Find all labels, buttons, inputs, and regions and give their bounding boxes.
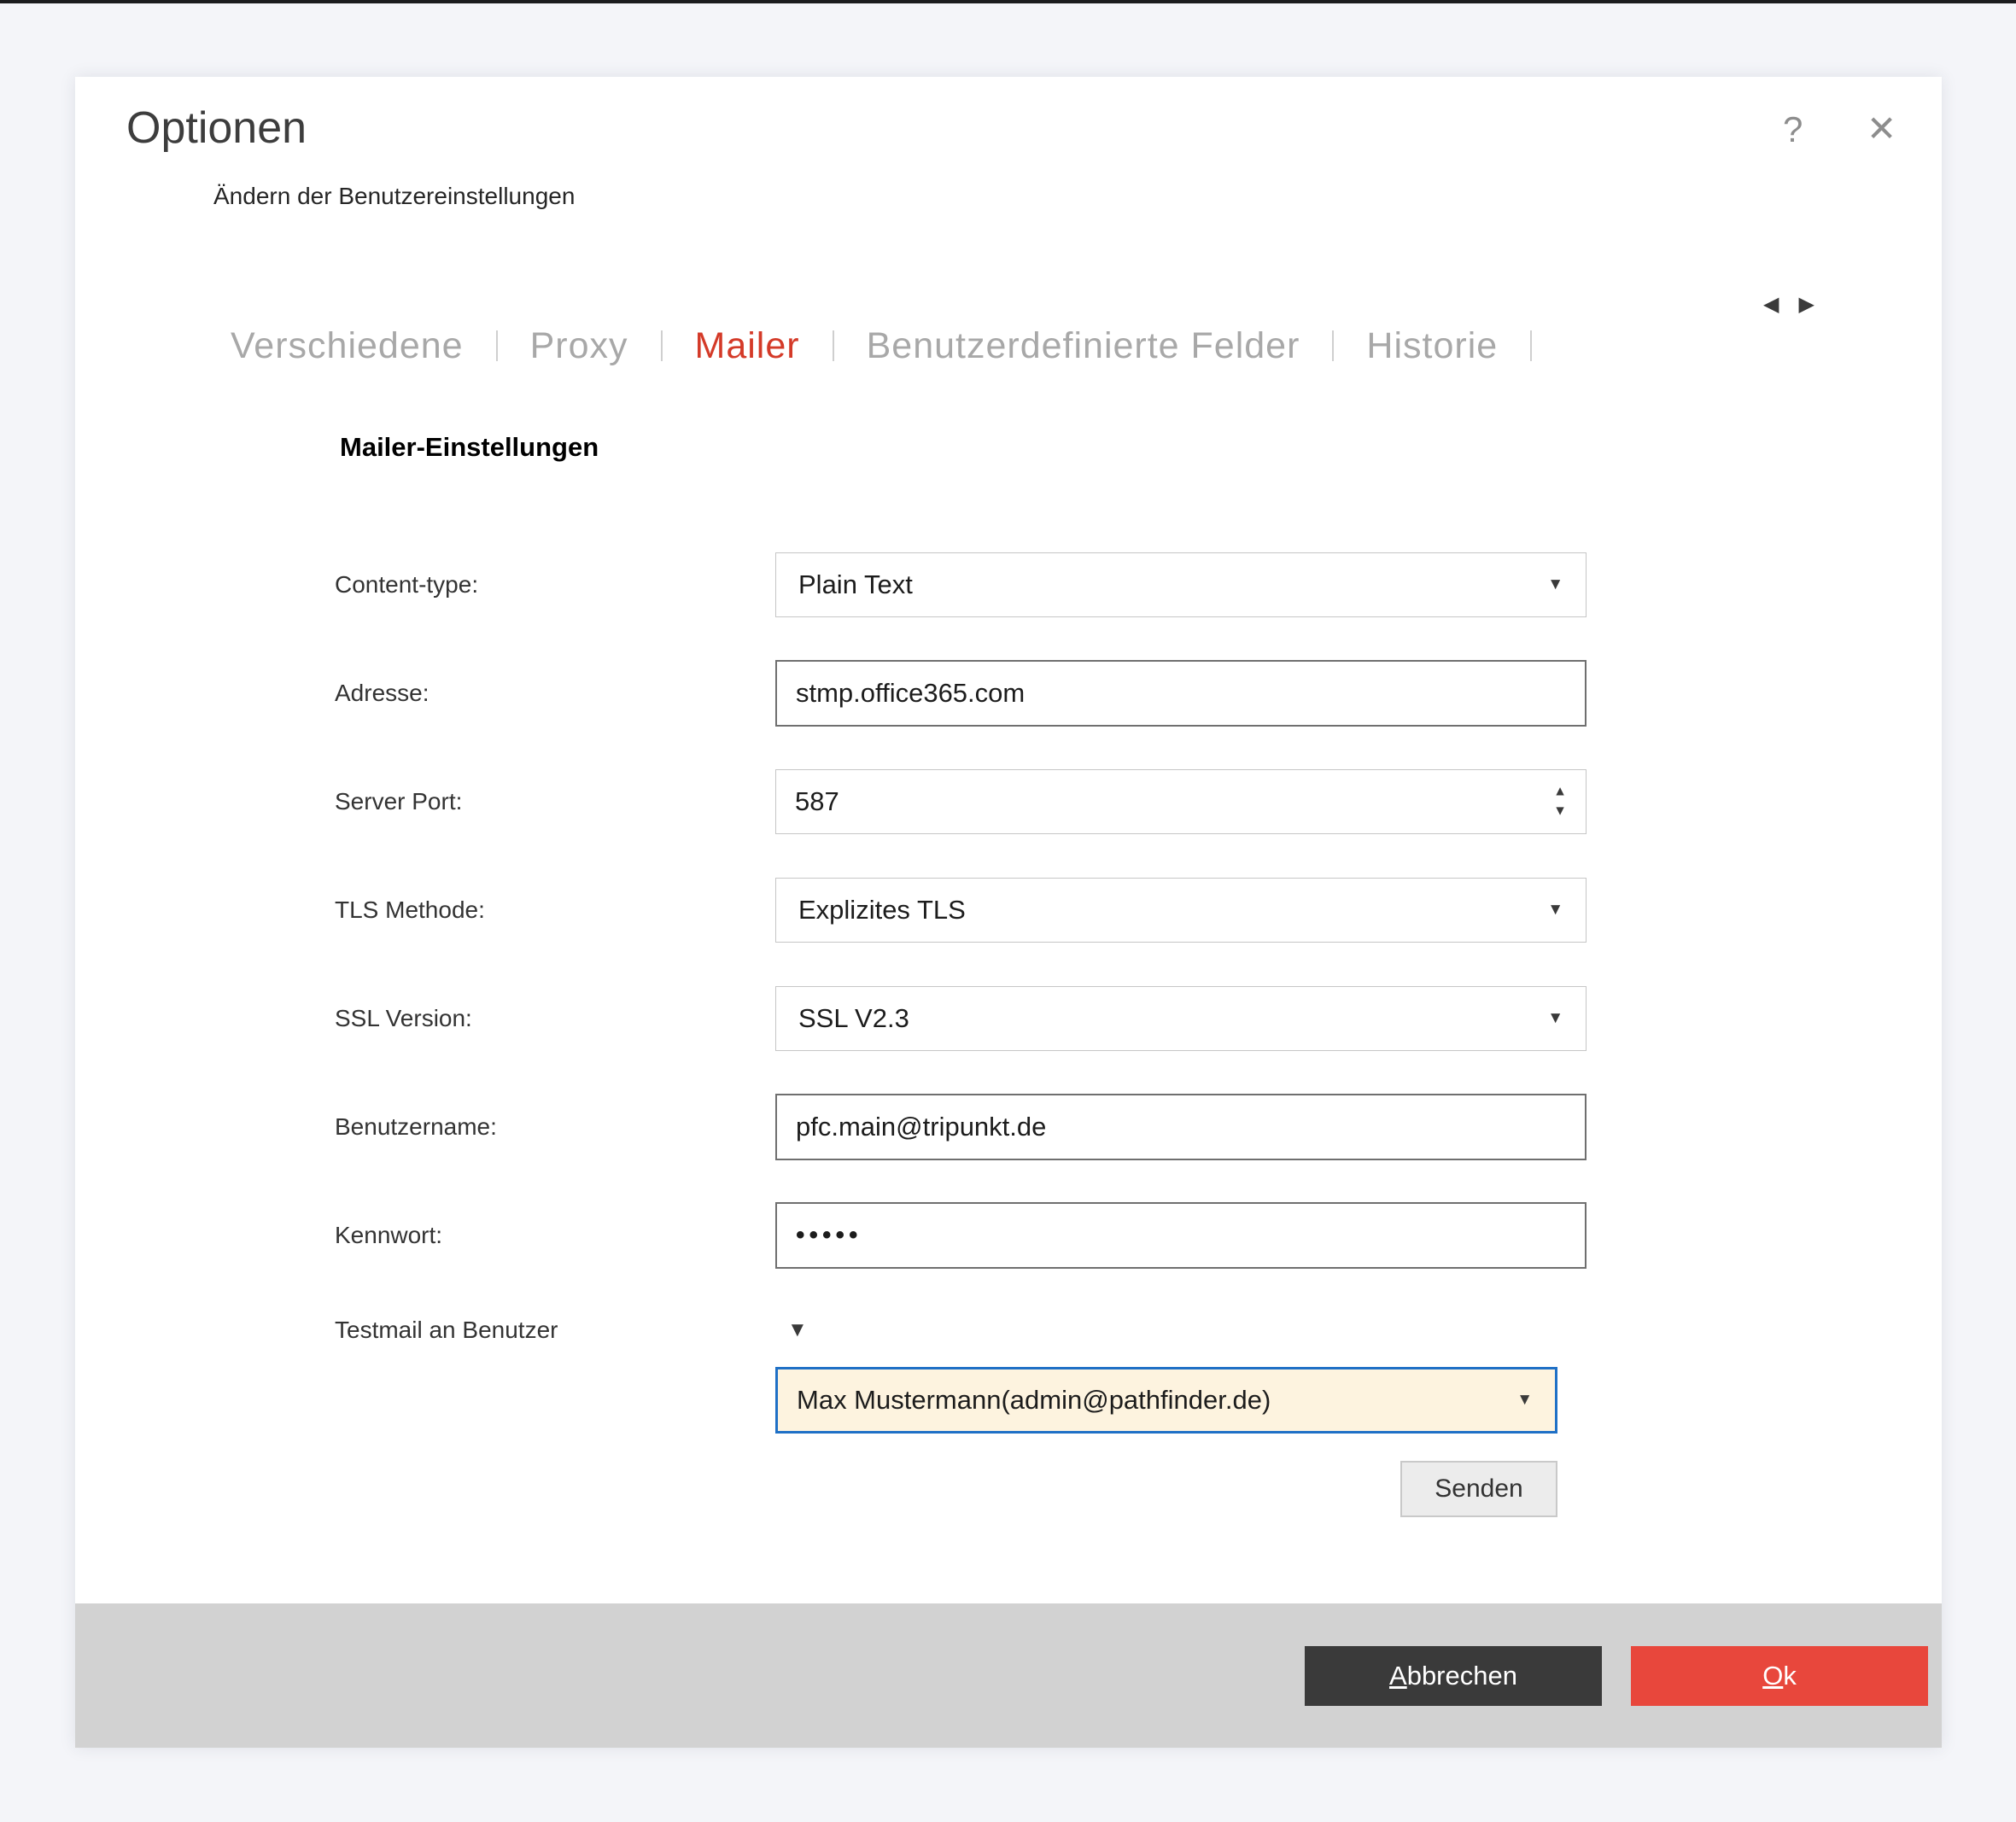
tab-mailer[interactable]: Mailer bbox=[695, 325, 800, 367]
chevron-down-icon: ▼ bbox=[1547, 1009, 1563, 1028]
content-type-dropdown[interactable]: Plain Text ▼ bbox=[775, 552, 1587, 617]
tab-scroll-right-icon[interactable]: ▶ bbox=[1798, 292, 1814, 317]
testmail-dropdown-toggle-icon[interactable]: ▼ bbox=[787, 1318, 808, 1342]
spin-down-icon[interactable]: ▼ bbox=[1553, 805, 1567, 819]
benutzername-input[interactable] bbox=[775, 1094, 1587, 1160]
content-type-label: Content-type: bbox=[335, 571, 775, 599]
tab-separator bbox=[496, 330, 498, 361]
senden-button[interactable]: Senden bbox=[1400, 1461, 1557, 1517]
benutzername-label: Benutzername: bbox=[335, 1113, 775, 1141]
tab-bar: Verschiedene Proxy Mailer Benutzerdefini… bbox=[231, 316, 1938, 376]
tab-separator bbox=[833, 330, 834, 361]
tls-methode-label: TLS Methode: bbox=[335, 896, 775, 924]
kennwort-row: Kennwort: bbox=[335, 1202, 1590, 1269]
section-heading: Mailer-Einstellungen bbox=[340, 432, 599, 463]
server-port-row: Server Port: ▲ ▼ bbox=[335, 768, 1590, 835]
tab-verschiedene[interactable]: Verschiedene bbox=[231, 325, 464, 367]
senden-row: Senden bbox=[775, 1461, 1557, 1517]
help-icon[interactable]: ? bbox=[1783, 109, 1803, 150]
abbrechen-button[interactable]: Abbrechen bbox=[1305, 1646, 1602, 1706]
dialog-subtitle: Ändern der Benutzereinstellungen bbox=[213, 183, 575, 210]
dialog-title: Optionen bbox=[126, 102, 307, 154]
abbrechen-button-label: Abbrechen bbox=[1389, 1661, 1517, 1691]
testmail-row: Testmail an Benutzer ▼ bbox=[335, 1311, 1590, 1350]
testmail-recipient-combo[interactable]: Max Mustermann(admin@pathfinder.de) ▼ bbox=[775, 1367, 1557, 1434]
close-icon[interactable]: ✕ bbox=[1867, 108, 1896, 149]
chevron-down-icon: ▼ bbox=[1516, 1391, 1533, 1410]
ssl-version-dropdown[interactable]: SSL V2.3 ▼ bbox=[775, 986, 1587, 1051]
top-edge-strip bbox=[0, 0, 2016, 3]
senden-button-label: Senden bbox=[1435, 1475, 1522, 1504]
tab-historie[interactable]: Historie bbox=[1366, 325, 1498, 367]
testmail-recipient-value: Max Mustermann(admin@pathfinder.de) bbox=[797, 1385, 1271, 1416]
adresse-label: Adresse: bbox=[335, 680, 775, 707]
benutzername-row: Benutzername: bbox=[335, 1094, 1590, 1160]
tab-scroll-left-icon[interactable]: ◀ bbox=[1763, 292, 1779, 317]
spinner-arrows: ▲ ▼ bbox=[1553, 785, 1567, 819]
ssl-version-row: SSL Version: SSL V2.3 ▼ bbox=[335, 985, 1590, 1052]
chevron-down-icon: ▼ bbox=[1547, 901, 1563, 920]
tls-methode-row: TLS Methode: Explizites TLS ▼ bbox=[335, 877, 1590, 943]
adresse-row: Adresse: bbox=[335, 660, 1590, 727]
tab-separator bbox=[1530, 330, 1532, 361]
server-port-input[interactable] bbox=[795, 772, 1512, 832]
kennwort-input[interactable] bbox=[775, 1202, 1587, 1269]
adresse-input[interactable] bbox=[775, 660, 1587, 727]
testmail-label: Testmail an Benutzer bbox=[335, 1317, 775, 1344]
kennwort-label: Kennwort: bbox=[335, 1222, 775, 1249]
tls-methode-value: Explizites TLS bbox=[798, 895, 966, 926]
options-dialog: Optionen Ändern der Benutzereinstellunge… bbox=[75, 77, 1942, 1748]
tls-methode-dropdown[interactable]: Explizites TLS ▼ bbox=[775, 878, 1587, 943]
ssl-version-value: SSL V2.3 bbox=[798, 1003, 909, 1034]
tab-separator bbox=[661, 330, 663, 361]
mailer-settings-form: Content-type: Plain Text ▼ Adresse: Serv… bbox=[335, 552, 1590, 1517]
tab-benutzerdefinierte-felder[interactable]: Benutzerdefinierte Felder bbox=[867, 325, 1300, 367]
chevron-down-icon: ▼ bbox=[1547, 575, 1563, 594]
ok-button[interactable]: Ok bbox=[1631, 1646, 1928, 1706]
server-port-spinner: ▲ ▼ bbox=[775, 769, 1587, 834]
content-type-row: Content-type: Plain Text ▼ bbox=[335, 552, 1590, 618]
ssl-version-label: SSL Version: bbox=[335, 1005, 775, 1032]
server-port-label: Server Port: bbox=[335, 788, 775, 815]
content-type-value: Plain Text bbox=[798, 569, 913, 600]
spin-up-icon[interactable]: ▲ bbox=[1553, 785, 1567, 799]
tab-proxy[interactable]: Proxy bbox=[530, 325, 628, 367]
tab-scroll-arrows: ◀ ▶ bbox=[1763, 292, 1815, 317]
ok-button-label: Ok bbox=[1762, 1661, 1797, 1691]
dialog-footer: Abbrechen Ok bbox=[75, 1603, 1942, 1748]
tab-separator bbox=[1332, 330, 1334, 361]
